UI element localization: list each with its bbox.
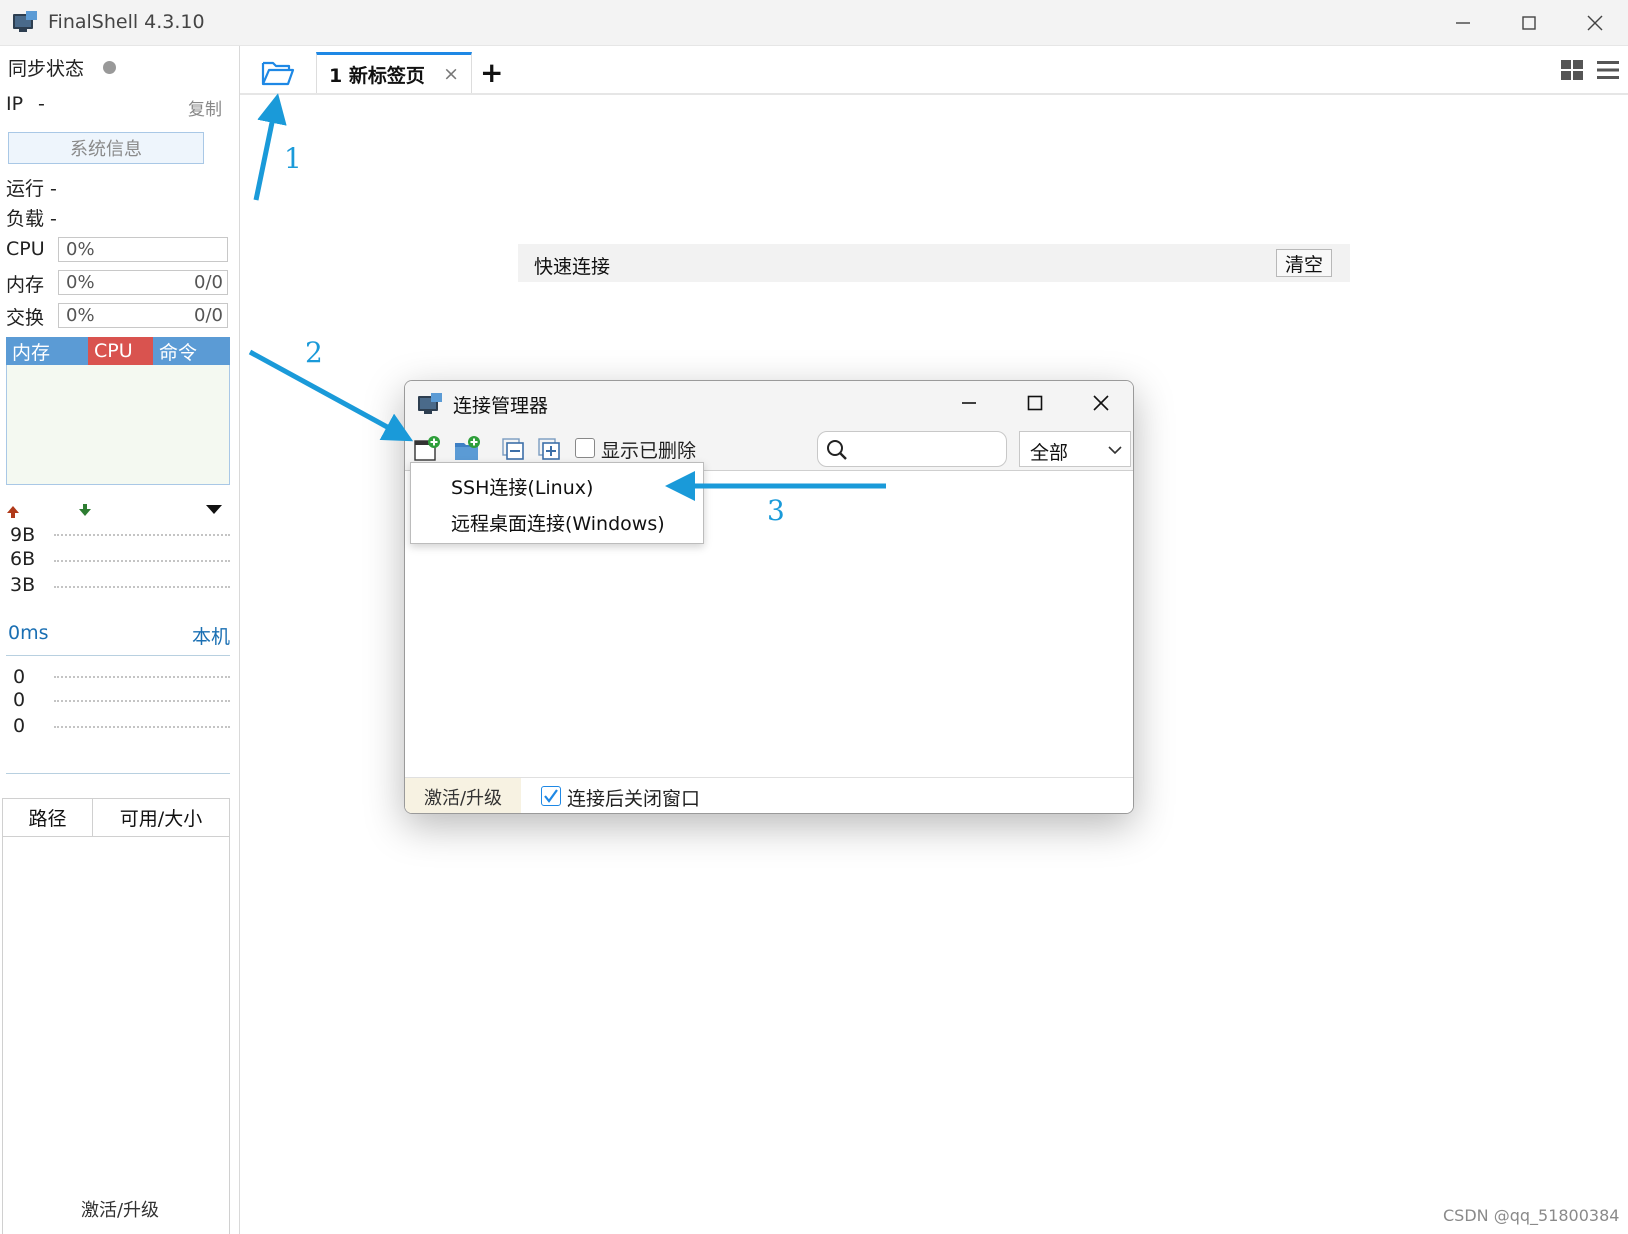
annotation-arrow-2 [248,349,414,442]
annotation-label-3: 3 [767,494,785,527]
annotation-arrow-1 [253,93,287,201]
watermark: CSDN @qq_51800384 [1443,1206,1620,1225]
annotation-label-2: 2 [305,336,323,369]
annotation-label-1: 1 [284,142,302,175]
annotation-arrows [248,93,886,501]
